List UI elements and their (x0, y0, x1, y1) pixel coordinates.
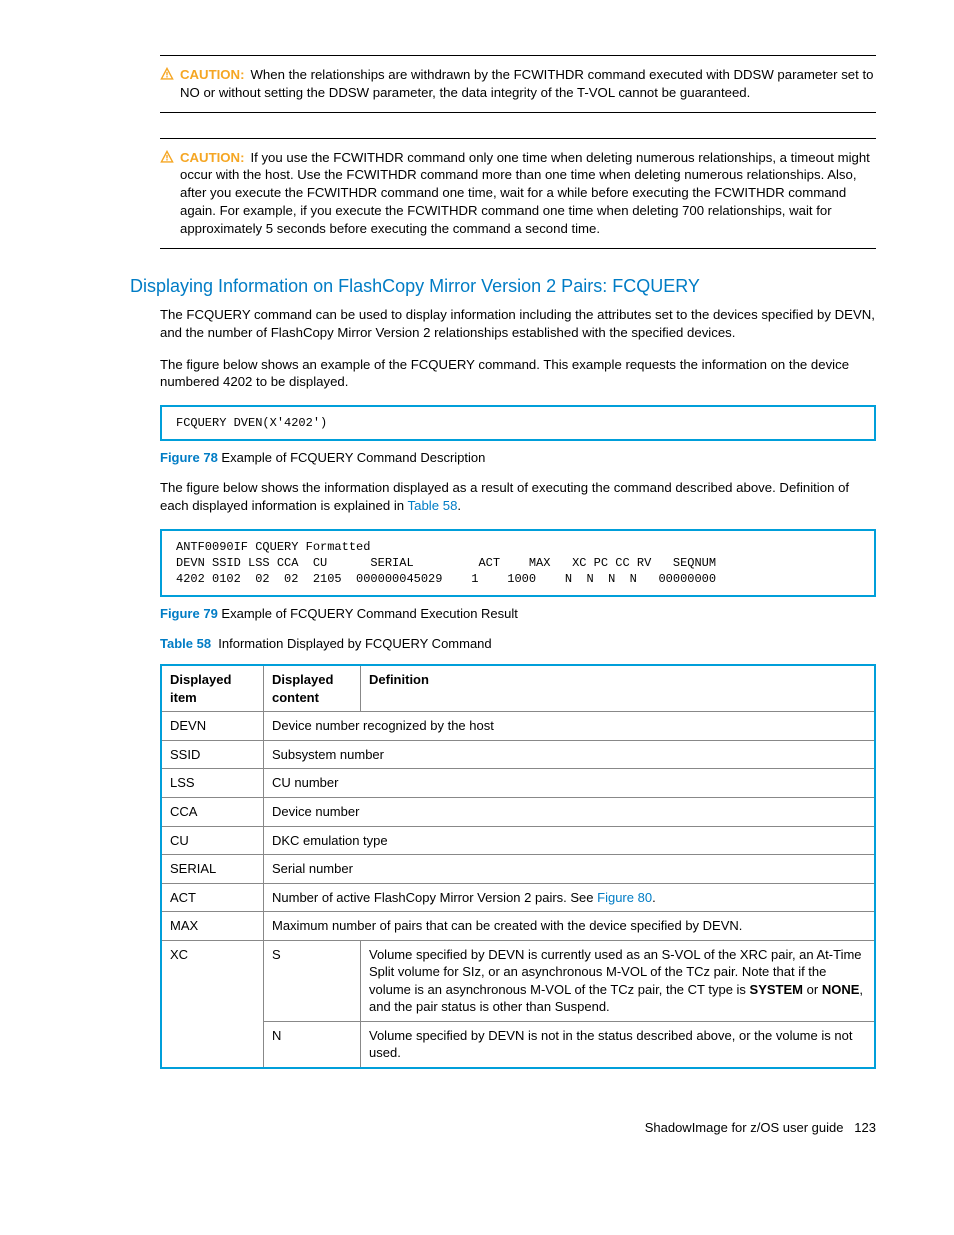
table-row: N Volume specified by DEVN is not in the… (161, 1021, 875, 1068)
caution-icon (160, 67, 174, 86)
figure-text: Example of FCQUERY Command Description (221, 450, 485, 465)
page-number: 123 (854, 1120, 876, 1135)
table-row: CCA Device number (161, 797, 875, 826)
code-block-1: FCQUERY DVEN(X'4202') (160, 405, 876, 441)
table-header-row: Displayed item Displayed content Definit… (161, 665, 875, 712)
table-row: ACT Number of active FlashCopy Mirror Ve… (161, 883, 875, 912)
figure-caption-78: Figure 78 Example of FCQUERY Command Des… (160, 449, 876, 467)
cell-def: Serial number (264, 855, 876, 884)
caution-label: CAUTION: (180, 150, 244, 165)
table-link[interactable]: Table 58 (408, 498, 458, 513)
cell-def: Volume specified by DEVN is currently us… (361, 940, 876, 1021)
caution-text: CAUTION:When the relationships are withd… (180, 66, 876, 102)
figure-label: Figure 79 (160, 606, 218, 621)
code-block-2: ANTF0090IF CQUERY Formatted DEVN SSID LS… (160, 529, 876, 598)
table-row: XC S Volume specified by DEVN is current… (161, 940, 875, 1021)
table-label: Table 58 (160, 636, 211, 651)
caution-block-2: CAUTION:If you use the FCWITHDR command … (160, 138, 876, 249)
caution-icon (160, 150, 174, 169)
cell-item: DEVN (161, 712, 264, 741)
cell-item: MAX (161, 912, 264, 941)
cell-item: CCA (161, 797, 264, 826)
table-row: LSS CU number (161, 769, 875, 798)
table-text: Information Displayed by FCQUERY Command (218, 636, 491, 651)
figure-link[interactable]: Figure 80 (597, 890, 652, 905)
figure-caption-79: Figure 79 Example of FCQUERY Command Exe… (160, 605, 876, 623)
table-row: MAX Maximum number of pairs that can be … (161, 912, 875, 941)
paragraph: The figure below shows the information d… (160, 479, 876, 515)
cell-item: SERIAL (161, 855, 264, 884)
cell-def: Device number (264, 797, 876, 826)
paragraph: The figure below shows an example of the… (160, 356, 876, 392)
col-header: Definition (361, 665, 876, 712)
caution-block-1: CAUTION:When the relationships are withd… (160, 55, 876, 113)
cell-def: DKC emulation type (264, 826, 876, 855)
para-text: The figure below shows the information d… (160, 480, 849, 513)
cell-def: Maximum number of pairs that can be crea… (264, 912, 876, 941)
table-row: SERIAL Serial number (161, 855, 875, 884)
cell-item: SSID (161, 740, 264, 769)
cell-item: LSS (161, 769, 264, 798)
cell-def: Number of active FlashCopy Mirror Versio… (264, 883, 876, 912)
paragraph: The FCQUERY command can be used to displ… (160, 306, 876, 342)
caution-body: If you use the FCWITHDR command only one… (180, 150, 870, 236)
table-row: SSID Subsystem number (161, 740, 875, 769)
cell-content: N (264, 1021, 361, 1068)
figure-label: Figure 78 (160, 450, 218, 465)
table-row: DEVN Device number recognized by the hos… (161, 712, 875, 741)
cell-def: Volume specified by DEVN is not in the s… (361, 1021, 876, 1068)
col-header: Displayed item (161, 665, 264, 712)
para-text: . (457, 498, 461, 513)
cell-def: Device number recognized by the host (264, 712, 876, 741)
cell-item: XC (161, 940, 264, 1068)
section-heading: Displaying Information on FlashCopy Mirr… (130, 274, 876, 298)
table-row: CU DKC emulation type (161, 826, 875, 855)
caution-label: CAUTION: (180, 67, 244, 82)
cell-item: ACT (161, 883, 264, 912)
figure-text: Example of FCQUERY Command Execution Res… (221, 606, 517, 621)
cell-item: CU (161, 826, 264, 855)
footer-title: ShadowImage for z/OS user guide (645, 1120, 844, 1135)
caution-text: CAUTION:If you use the FCWITHDR command … (180, 149, 876, 238)
cell-content: S (264, 940, 361, 1021)
col-header: Displayed content (264, 665, 361, 712)
caution-body: When the relationships are withdrawn by … (180, 67, 873, 100)
cell-def: Subsystem number (264, 740, 876, 769)
table-caption-58: Table 58 Information Displayed by FCQUER… (160, 635, 876, 653)
cell-def: CU number (264, 769, 876, 798)
fcquery-info-table: Displayed item Displayed content Definit… (160, 664, 876, 1069)
page-footer: ShadowImage for z/OS user guide 123 (130, 1119, 876, 1137)
